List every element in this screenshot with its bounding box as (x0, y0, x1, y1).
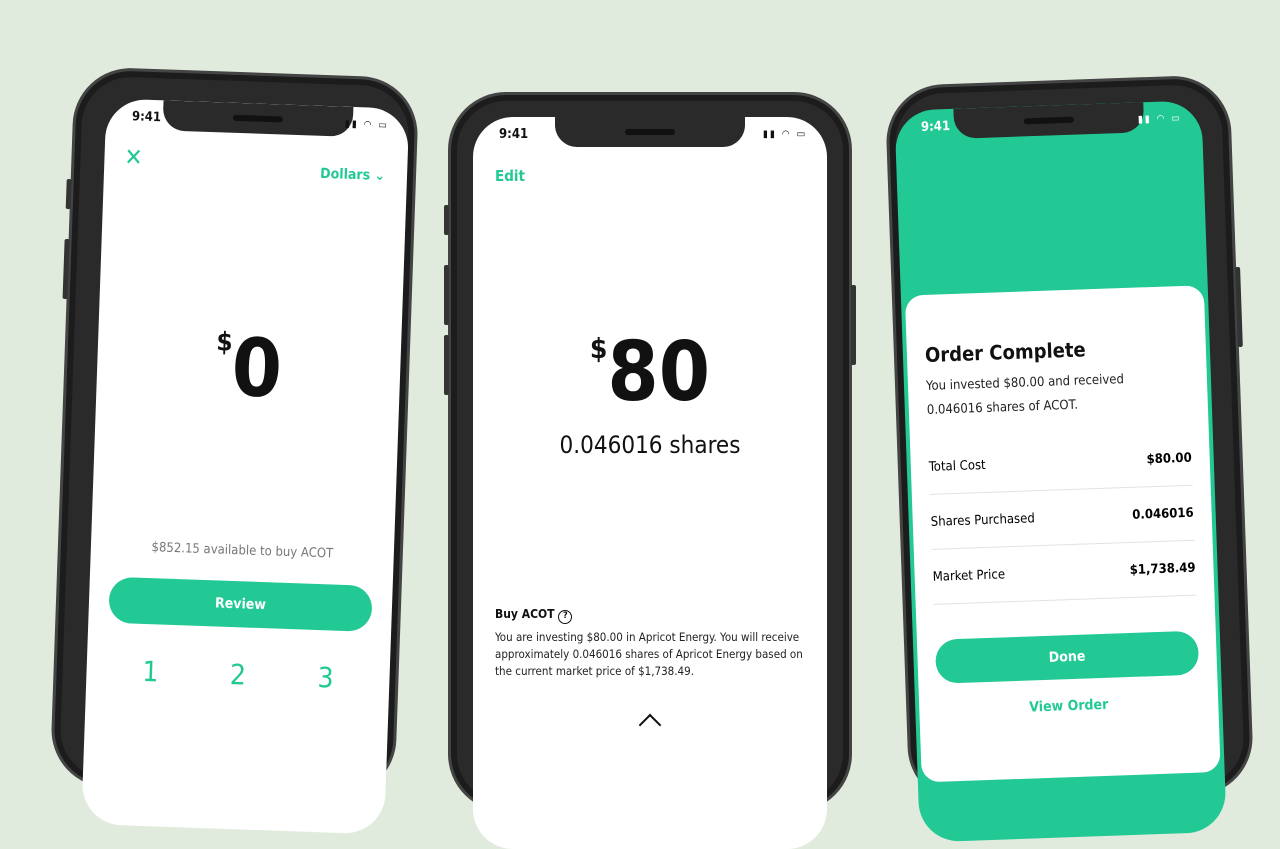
question-circle-icon[interactable]: ? (558, 610, 573, 624)
status-time: 9:41 (920, 118, 951, 135)
status-icons: ▮▮ ◠ ▭ (763, 129, 807, 140)
order-message: You invested $80.00 and received 0.04601… (925, 372, 1125, 418)
amount-display: $0 (215, 320, 284, 416)
keypad-key-1[interactable]: 1 (142, 655, 159, 689)
phone-review-order: 9:41 ▮▮ ◠ ▭ Edit $80 0.046016 shares Buy… (444, 92, 856, 849)
screen: 9:41 ▮▮ ◠ ▭ Edit $80 0.046016 shares Buy… (473, 117, 827, 849)
screen: 9:41 ▮▮ ◠ ▭ Order Complete You invested … (894, 100, 1227, 843)
edit-button[interactable]: Edit (495, 167, 525, 185)
status-time: 9:41 (131, 109, 162, 126)
done-button[interactable]: Done (934, 630, 1200, 684)
phone-order-complete: 9:41 ▮▮ ◠ ▭ Order Complete You invested … (884, 74, 1255, 843)
order-details: Total Cost $80.00 Shares Purchased 0.04601… (927, 430, 1197, 605)
status-icons: ▮▮ ◠ ▭ (1137, 112, 1183, 126)
close-icon[interactable]: ✕ (124, 143, 143, 172)
amount-display: $80 (589, 325, 711, 420)
detail-row-market-price: Market Price $1,738.49 (931, 540, 1197, 605)
screen: 9:41 ▮▮ ◠ ▭ ✕ Dollars ⌄ $0 $852.15 avail… (81, 98, 410, 835)
order-complete-card: Order Complete You invested $80.00 and r… (904, 285, 1221, 783)
available-text: $852.15 available to buy ACOT (151, 540, 334, 562)
phone-buy-amount: 9:41 ▮▮ ◠ ▭ ✕ Dollars ⌄ $0 $852.15 avail… (49, 66, 420, 835)
order-title: Order Complete (924, 337, 1087, 367)
order-description: You are investing $80.00 in Apricot Ener… (495, 630, 803, 678)
shares-estimate: 0.046016 shares (559, 431, 741, 459)
chevron-up-icon[interactable] (638, 713, 662, 737)
currency-selector[interactable]: Dollars ⌄ (320, 166, 385, 184)
detail-row-shares-purchased: Shares Purchased 0.046016 (929, 485, 1195, 550)
keypad: 1 2 3 (106, 654, 370, 696)
detail-row-total-cost: Total Cost $80.00 (927, 430, 1193, 495)
status-icons: ▮▮ ◠ ▭ (344, 118, 389, 132)
view-order-link[interactable]: View Order (919, 693, 1218, 719)
buy-title: Buy ACOT ? (495, 607, 573, 624)
status-time: 9:41 (499, 127, 529, 142)
keypad-key-3[interactable]: 3 (317, 661, 334, 695)
review-button[interactable]: Review (108, 576, 373, 632)
keypad-key-2[interactable]: 2 (229, 658, 246, 692)
